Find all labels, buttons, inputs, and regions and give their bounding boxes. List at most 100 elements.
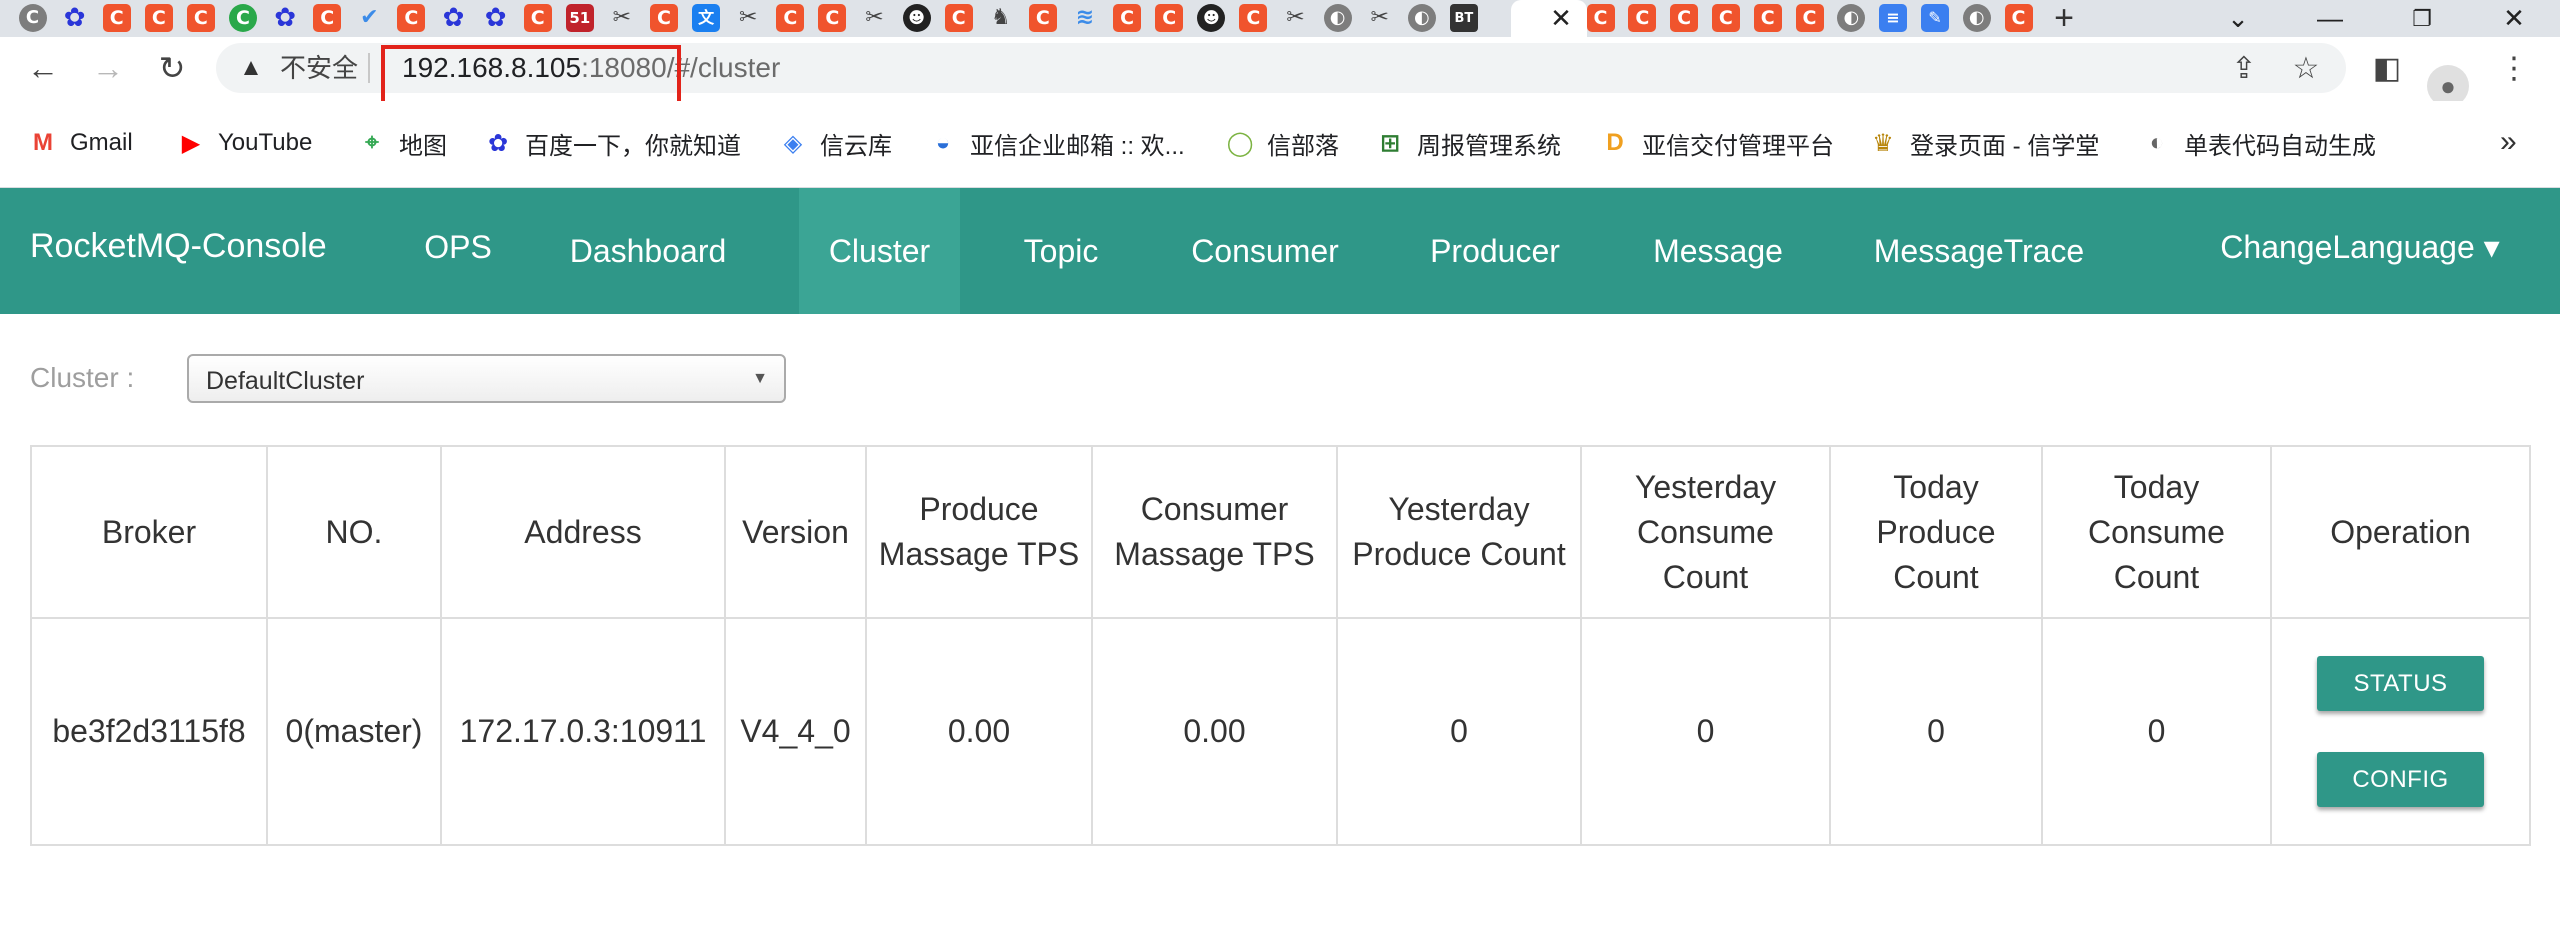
paw-favicon-icon: ✿	[274, 3, 296, 33]
status-button[interactable]: STATUS	[2317, 656, 2484, 711]
c-favicon-icon: C	[818, 4, 847, 32]
bookmark-item[interactable]: ▶ YouTube	[176, 125, 313, 161]
browser-tab[interactable]: ≡	[1879, 2, 1908, 34]
browser-tab[interactable]: ♞	[986, 2, 1015, 34]
browser-tab[interactable]: C	[186, 2, 215, 34]
window-close-icon[interactable]: ✕	[2468, 0, 2560, 37]
browser-tab[interactable]: C	[1670, 2, 1699, 34]
scissor-favicon-icon: ✂	[738, 5, 758, 30]
config-button[interactable]: CONFIG	[2317, 752, 2484, 807]
browser-tab[interactable]: ☻	[902, 2, 931, 34]
browser-tab[interactable]: ◐	[1837, 2, 1866, 34]
browser-tab[interactable]: C	[2004, 2, 2033, 34]
tab-search-chevron-icon[interactable]: ⌄	[2192, 0, 2284, 37]
browser-tab[interactable]: C	[397, 2, 426, 34]
warning-icon[interactable]: ▲	[236, 53, 266, 83]
browser-tab[interactable]: ◐	[1407, 2, 1436, 34]
bookmark-item[interactable]: M Gmail	[28, 125, 133, 161]
share-icon[interactable]: ⇪	[2220, 44, 2268, 92]
bookmark-item[interactable]: ⊞ 周报管理系统	[1375, 125, 1561, 161]
browser-tab[interactable]: C	[818, 2, 847, 34]
brand-title[interactable]: RocketMQ-Console	[30, 226, 327, 266]
nav-topic[interactable]: Topic	[1002, 188, 1120, 314]
nav-consumer[interactable]: Consumer	[1165, 188, 1365, 314]
browser-tab[interactable]: C	[1113, 2, 1142, 34]
bookmark-item[interactable]: ✿ 百度一下，你就知道	[483, 125, 741, 161]
browser-tab[interactable]: ✿	[60, 2, 89, 34]
menu-kebab-icon[interactable]: ⋮	[2490, 44, 2538, 92]
bookmark-item[interactable]: ◐ 单表代码自动生成	[2142, 125, 2376, 161]
browser-tab[interactable]: C	[144, 2, 173, 34]
browser-tab[interactable]: 51	[565, 2, 594, 34]
nav-message[interactable]: Message	[1628, 188, 1808, 314]
side-panel-icon[interactable]: ◧	[2363, 44, 2411, 92]
nav-producer[interactable]: Producer	[1412, 188, 1578, 314]
nav-dashboard[interactable]: Dashboard	[558, 188, 738, 314]
browser-tab[interactable]: BT	[1449, 2, 1478, 34]
bookmark-item[interactable]: ◈ 信云库	[778, 125, 892, 161]
bookmark-label: 亚信交付管理平台	[1642, 132, 1834, 160]
header-no: NO.	[266, 445, 442, 619]
browser-tab[interactable]: ◐	[1962, 2, 1991, 34]
bookmarks-overflow-button[interactable]: »	[2500, 125, 2517, 159]
nav-messagetrace[interactable]: MessageTrace	[1856, 188, 2102, 314]
reload-icon[interactable]: ↻	[148, 44, 196, 92]
browser-tab[interactable]: 文	[692, 2, 721, 34]
cell-today-produce: 0	[1829, 617, 2043, 846]
c-favicon-icon: C	[102, 4, 131, 32]
browser-tab[interactable]: ✿	[271, 2, 300, 34]
browser-tab[interactable]: ✂	[860, 2, 889, 34]
browser-tab[interactable]: ◐	[1323, 2, 1352, 34]
change-language-dropdown[interactable]: ChangeLanguage ▾	[2210, 184, 2510, 310]
bookmark-item[interactable]: ◯ 信部落	[1225, 125, 1339, 161]
browser-tab[interactable]: ✿	[439, 2, 468, 34]
browser-tab[interactable]: ✂	[734, 2, 763, 34]
minimize-icon[interactable]: —	[2284, 0, 2376, 37]
bookmark-item[interactable]: ⌖ 地图	[357, 125, 447, 161]
browser-tab[interactable]: C	[1155, 2, 1184, 34]
browser-tab[interactable]: C	[523, 2, 552, 34]
browser-tab[interactable]: C	[1795, 2, 1824, 34]
browser-tab[interactable]: ✎	[1920, 2, 1949, 34]
bookmark-label: 百度一下，你就知道	[525, 132, 741, 160]
bookmark-item[interactable]: ♛ 登录页面 - 信学堂	[1868, 125, 2099, 161]
header-broker: Broker	[30, 445, 268, 619]
bookmark-item[interactable]: D 亚信交付管理平台	[1600, 125, 1834, 161]
cell-no: 0(master)	[266, 617, 442, 846]
cluster-select-value: DefaultCluster	[206, 367, 365, 395]
browser-tab[interactable]: C	[1028, 2, 1057, 34]
browser-tab[interactable]: C	[102, 2, 131, 34]
browser-tab[interactable]: C	[776, 2, 805, 34]
browser-tab[interactable]: C	[229, 2, 258, 34]
browser-tab[interactable]: C	[18, 2, 47, 34]
browser-tab[interactable]: C	[944, 2, 973, 34]
browser-tab[interactable]: ≋	[1071, 2, 1100, 34]
close-icon[interactable]: ✕	[1543, 0, 1579, 37]
browser-tab[interactable]: C	[313, 2, 342, 34]
restore-icon[interactable]: ❐	[2376, 0, 2468, 37]
nav-ops[interactable]: OPS	[398, 184, 518, 310]
back-arrow-icon[interactable]: ←	[19, 44, 67, 92]
browser-tab[interactable]: C	[1239, 2, 1268, 34]
browser-tab[interactable]: C	[1711, 2, 1740, 34]
browser-tab[interactable]: C	[1586, 2, 1615, 34]
browser-tab[interactable]: ✂	[607, 2, 636, 34]
forward-arrow-icon[interactable]: →	[84, 44, 132, 92]
header-today-consume: Today Consume Count	[2041, 445, 2272, 619]
new-tab-button[interactable]: +	[2044, 0, 2084, 37]
bookmark-item[interactable]: ◒ 亚信企业邮箱 :: 欢...	[928, 125, 1185, 161]
bookmark-star-icon[interactable]: ☆	[2282, 44, 2330, 92]
browser-tab[interactable]: ✿	[481, 2, 510, 34]
browser-tab[interactable]: ✔	[355, 2, 384, 34]
security-label[interactable]: 不安全	[280, 53, 358, 83]
browser-tab[interactable]: C	[1628, 2, 1657, 34]
browser-tab[interactable]: ✂	[1281, 2, 1310, 34]
c-favicon-icon: C	[1670, 4, 1699, 32]
browser-tab[interactable]: ✂	[1365, 2, 1394, 34]
browser-tab[interactable]: C	[650, 2, 679, 34]
browser-tab[interactable]: ☻	[1197, 2, 1226, 34]
nav-cluster[interactable]: Cluster	[799, 188, 960, 314]
browser-tab[interactable]: C	[1753, 2, 1782, 34]
cluster-select[interactable]: DefaultCluster ▼	[187, 354, 786, 403]
active-tab[interactable]: ✕	[1511, 0, 1587, 37]
